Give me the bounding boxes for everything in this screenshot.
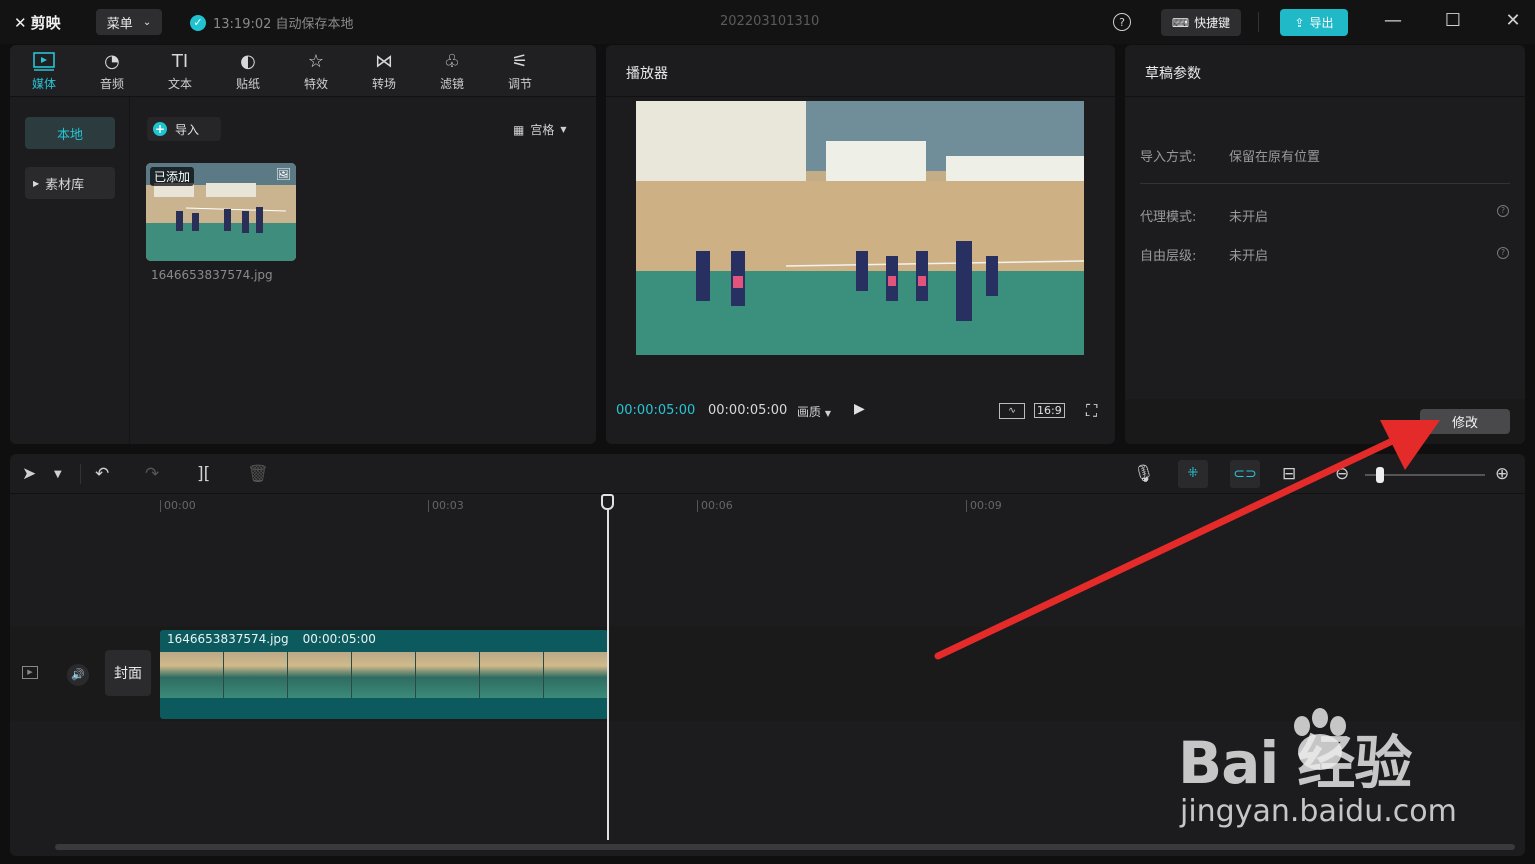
watermark-url: jingyan.baidu.com [1180, 794, 1457, 829]
paw-icon [1285, 708, 1355, 778]
